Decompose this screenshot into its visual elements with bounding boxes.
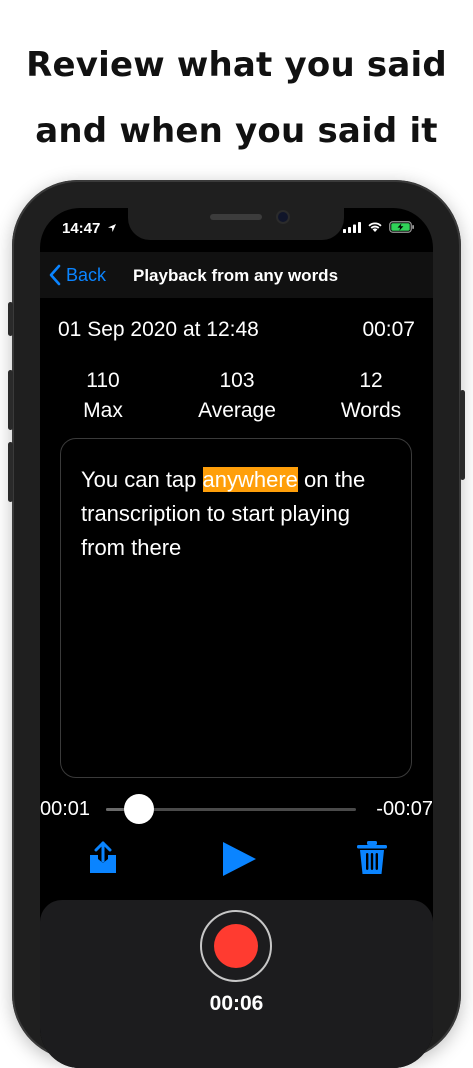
stat-average-label: Average bbox=[198, 399, 276, 422]
recorder-time: 00:06 bbox=[209, 992, 264, 1015]
nav-title: Playback from any words bbox=[133, 266, 339, 285]
trash-icon bbox=[357, 841, 387, 874]
location-arrow-icon bbox=[107, 224, 116, 232]
record-dot-icon bbox=[214, 924, 258, 968]
status-time: 14:47 bbox=[62, 220, 117, 237]
volume-up-button bbox=[8, 370, 13, 430]
headline-line-2: and when you said it bbox=[35, 111, 438, 151]
transcript-text-before[interactable]: You can tap bbox=[81, 467, 203, 492]
status-icons bbox=[343, 221, 415, 233]
record-button[interactable] bbox=[200, 910, 272, 982]
share-button[interactable] bbox=[88, 840, 118, 881]
back-label: Back bbox=[66, 264, 107, 285]
playback-slider-thumb[interactable] bbox=[123, 794, 154, 824]
back-button[interactable]: Back bbox=[48, 264, 106, 286]
chevron-left-icon bbox=[49, 264, 61, 286]
recorder-panel: 00:06 bbox=[40, 900, 433, 1068]
share-icon bbox=[90, 841, 116, 873]
play-button[interactable] bbox=[220, 840, 258, 883]
cellular-signal-icon bbox=[343, 221, 361, 233]
stat-words: 12 Words bbox=[316, 366, 426, 426]
recording-date: 01 Sep 2020 at 12:48 bbox=[58, 318, 259, 341]
highlighted-word[interactable]: anywhere bbox=[202, 467, 298, 492]
recording-duration: 00:07 bbox=[362, 318, 415, 341]
screen: 14:47 Back Playback from any words 01 Se… bbox=[40, 208, 433, 1068]
transcription-box[interactable]: You can tap anywhere on the transcriptio… bbox=[60, 438, 412, 778]
front-camera bbox=[278, 212, 288, 222]
silent-switch bbox=[8, 302, 13, 336]
stat-words-label: Words bbox=[340, 399, 402, 422]
navigation-bar: Back Playback from any words bbox=[40, 252, 433, 298]
headline: Review what you said and when you said i… bbox=[0, 32, 473, 164]
stat-average-value: 103 bbox=[219, 369, 255, 392]
remaining-time: -00:07 bbox=[376, 798, 433, 820]
phone-frame: 14:47 Back Playback from any words 01 Se… bbox=[8, 180, 465, 1068]
play-icon bbox=[223, 842, 256, 876]
notch bbox=[128, 208, 344, 240]
delete-button[interactable] bbox=[356, 840, 388, 881]
stat-words-value: 12 bbox=[359, 369, 383, 392]
battery-charging-icon bbox=[389, 221, 414, 233]
stat-max-value: 110 bbox=[86, 369, 120, 392]
current-time: 00:01 bbox=[40, 798, 91, 820]
stat-average: 103 Average bbox=[182, 366, 292, 426]
power-button bbox=[460, 390, 465, 480]
stat-max: 110 Max bbox=[48, 366, 158, 426]
volume-down-button bbox=[8, 442, 13, 502]
speaker-grille bbox=[210, 214, 262, 220]
wifi-icon bbox=[368, 222, 382, 232]
stat-max-label: Max bbox=[83, 399, 123, 422]
headline-line-1: Review what you said bbox=[26, 45, 447, 85]
